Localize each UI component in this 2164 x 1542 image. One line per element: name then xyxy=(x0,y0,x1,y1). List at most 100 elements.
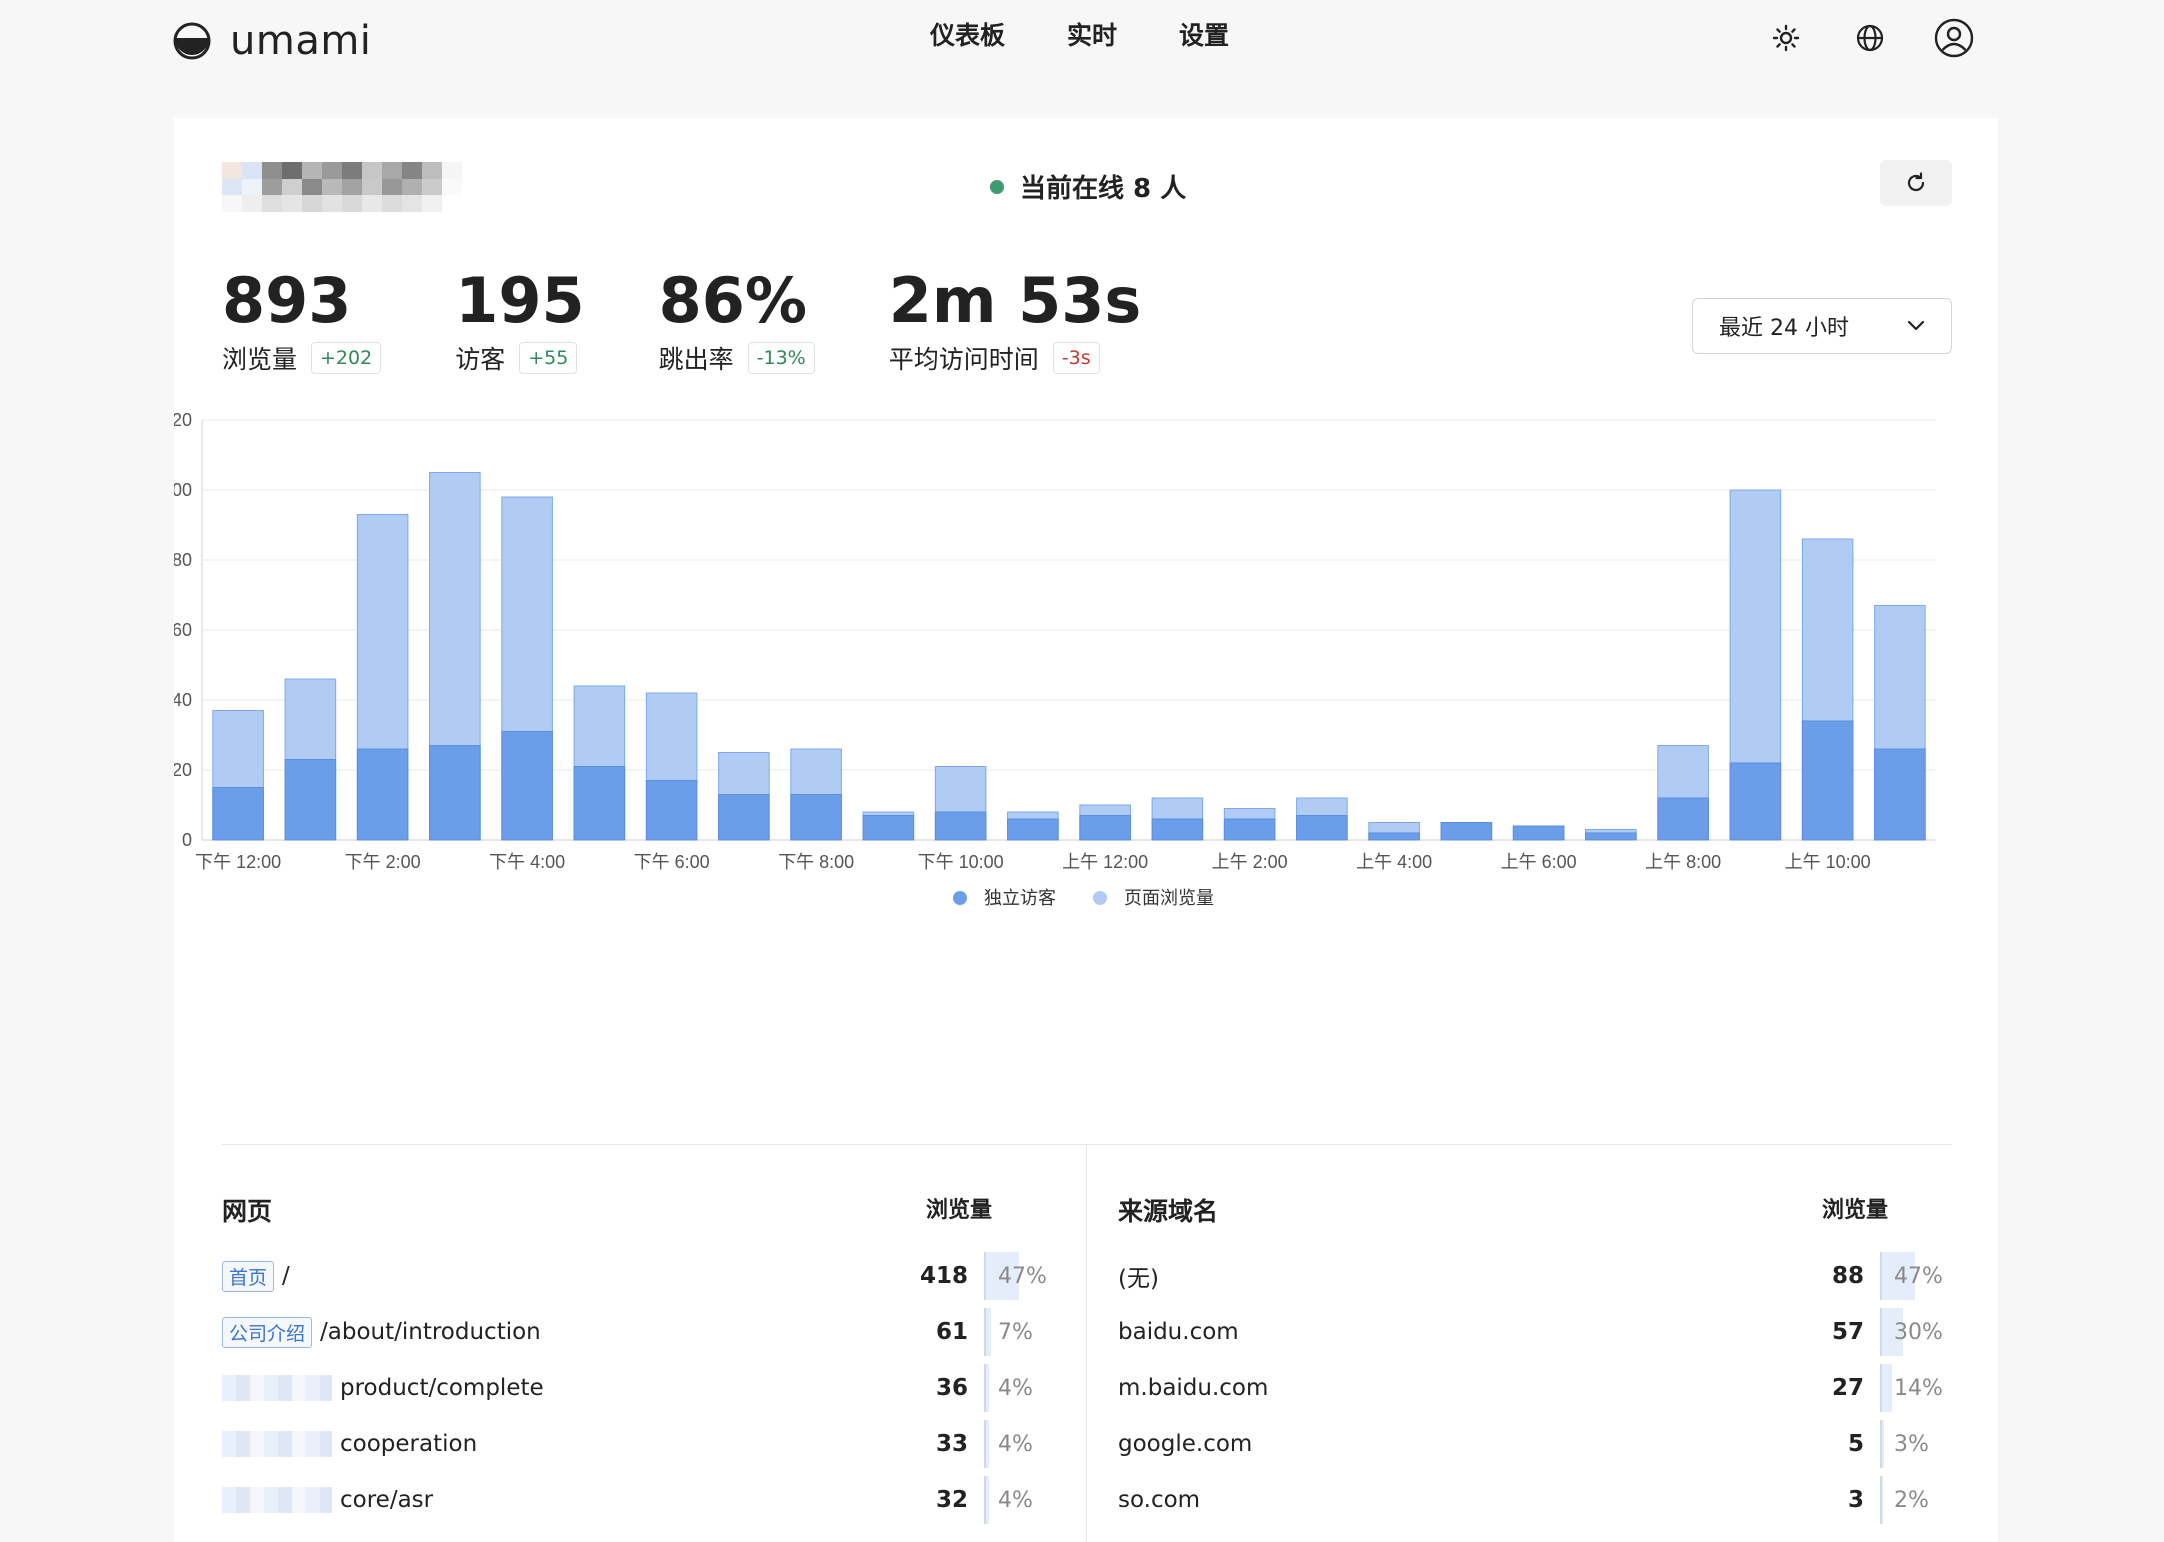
page-percent-bar: 4% xyxy=(984,1364,1056,1412)
y-tick-label: 120 xyxy=(174,410,192,430)
x-tick-label: 上午 8:00 xyxy=(1645,852,1721,872)
table-row[interactable]: google.com 5 3% xyxy=(1118,1416,1952,1472)
table-row[interactable]: so.com 3 2% xyxy=(1118,1472,1952,1528)
table-row[interactable]: m.baidu.com 27 14% xyxy=(1118,1360,1952,1416)
table-row[interactable]: (无) 88 47% xyxy=(1118,1248,1952,1304)
x-tick-label: 下午 4:00 xyxy=(489,852,565,872)
pages-table: 网页 浏览量 首页 / 418 47% 公司介绍 /about/introduc… xyxy=(222,1192,1056,1528)
page-path[interactable]: /about/introduction xyxy=(320,1319,541,1345)
nav-settings[interactable]: 设置 xyxy=(1179,18,1229,54)
page-views: 33 xyxy=(935,1431,968,1457)
bar-visitors xyxy=(790,794,842,841)
referrer-views: 3 xyxy=(1847,1487,1864,1513)
redacted-path-prefix xyxy=(222,1375,332,1401)
bar-visitors xyxy=(1223,818,1276,841)
metric-label: 浏览量 xyxy=(222,345,298,374)
x-tick-label: 上午 2:00 xyxy=(1212,852,1288,872)
referrer-domain[interactable]: google.com xyxy=(1118,1431,1792,1457)
x-tick-label: 下午 6:00 xyxy=(634,852,710,872)
table-row[interactable]: core/asr 32 4% xyxy=(222,1472,1056,1528)
referrer-views: 88 xyxy=(1831,1263,1864,1289)
referrers-views-header: 浏览量 xyxy=(1822,1198,1889,1223)
bar-visitors xyxy=(1296,815,1348,841)
bar-visitors xyxy=(356,748,409,841)
bar-chart-svg: 0 20 40 60 80 100 120 下午 12:00 下午 2:00 下午 4:00 下午 … xyxy=(162,410,1936,908)
bar-visitors xyxy=(1801,720,1854,841)
metric-value: 893 xyxy=(222,264,352,337)
referrer-domain[interactable]: baidu.com xyxy=(1118,1319,1792,1345)
referrer-percent-bar: 47% xyxy=(1880,1252,1952,1300)
website-dashboard-card: 当前在线 8 人 893 浏览量 +202 195 访客 +55 86% 跳出率 xyxy=(162,118,1998,1542)
pages-views-header: 浏览量 xyxy=(926,1198,993,1223)
table-row[interactable]: product/complete 36 4% xyxy=(222,1360,1056,1416)
nav-realtime[interactable]: 实时 xyxy=(1067,18,1117,54)
bar-visitors xyxy=(1368,832,1420,841)
metric-change-badge: -13% xyxy=(747,342,815,374)
bar-visitors xyxy=(1079,815,1131,841)
y-tick-label: 0 xyxy=(182,830,192,850)
page-percent: 4% xyxy=(998,1487,1033,1513)
user-icon xyxy=(1934,18,1974,58)
bar-visitors xyxy=(1585,832,1637,841)
x-tick-label: 上午 12:00 xyxy=(1062,852,1148,872)
referrer-percent: 47% xyxy=(1894,1263,1943,1289)
bar-visitors xyxy=(284,759,337,841)
bar-visitors xyxy=(645,780,698,841)
page-path[interactable]: product/complete xyxy=(340,1375,544,1401)
referrer-percent: 3% xyxy=(1894,1431,1929,1457)
redacted-path-prefix xyxy=(222,1487,332,1513)
referrer-percent-bar: 30% xyxy=(1880,1308,1952,1356)
referrer-domain[interactable]: m.baidu.com xyxy=(1118,1375,1792,1401)
bar-visitors xyxy=(212,787,264,841)
page-path[interactable]: / xyxy=(282,1263,290,1289)
metrics-bar: 893 浏览量 +202 195 访客 +55 86% 跳出率 -13% 2m … xyxy=(222,264,1215,376)
nav-dashboard[interactable]: 仪表板 xyxy=(930,18,1005,54)
metric-value: 195 xyxy=(455,264,585,337)
metric-value: 86% xyxy=(658,264,808,337)
legend-swatch-visitors xyxy=(953,891,967,905)
page-percent-bar: 4% xyxy=(984,1420,1056,1468)
app-name: umami xyxy=(230,18,372,64)
date-range-value: 最近 24 小时 xyxy=(1719,316,1849,341)
x-tick-label: 下午 8:00 xyxy=(778,852,854,872)
table-row[interactable]: 公司介绍 /about/introduction 61 7% xyxy=(222,1304,1056,1360)
y-tick-label: 40 xyxy=(174,690,192,710)
table-row[interactable]: 首页 / 418 47% xyxy=(222,1248,1056,1304)
referrer-domain[interactable]: so.com xyxy=(1118,1487,1792,1513)
metric-label: 访客 xyxy=(455,345,506,374)
bar-visitors xyxy=(718,794,770,841)
page-percent-bar: 7% xyxy=(984,1308,1056,1356)
y-tick-label: 80 xyxy=(174,550,192,570)
referrers-table-title: 来源域名 xyxy=(1118,1197,1219,1226)
app-logo[interactable]: umami xyxy=(172,18,371,64)
bar-visitors xyxy=(1729,762,1782,841)
referrer-percent: 30% xyxy=(1894,1319,1943,1345)
date-range-select[interactable]: 最近 24 小时 xyxy=(1692,298,1952,354)
language-button[interactable] xyxy=(1850,18,1890,58)
referrer-views: 5 xyxy=(1847,1431,1864,1457)
active-users: 当前在线 8 人 xyxy=(990,168,1186,205)
page-percent: 4% xyxy=(998,1431,1033,1457)
referrer-domain[interactable]: (无) xyxy=(1118,1259,1792,1293)
main-nav: 仪表板 实时 设置 xyxy=(930,18,1229,54)
referrer-percent: 14% xyxy=(1894,1375,1943,1401)
page-views: 418 xyxy=(919,1263,968,1289)
bar-visitors xyxy=(1440,822,1493,841)
column-divider xyxy=(1086,1144,1087,1542)
page-path[interactable]: cooperation xyxy=(340,1431,477,1457)
theme-toggle-button[interactable] xyxy=(1766,18,1806,58)
bar-visitors xyxy=(862,815,915,841)
table-row[interactable]: baidu.com 57 30% xyxy=(1118,1304,1952,1360)
refresh-button[interactable] xyxy=(1880,160,1952,206)
chevron-down-icon xyxy=(1907,320,1925,331)
page-path[interactable]: core/asr xyxy=(340,1487,433,1513)
metric-change-badge: -3s xyxy=(1052,342,1100,374)
page-views: 32 xyxy=(935,1487,968,1513)
metric-visitors: 195 访客 +55 xyxy=(455,264,585,376)
page-tag: 公司介绍 xyxy=(222,1316,313,1348)
table-row[interactable]: cooperation 33 4% xyxy=(222,1416,1056,1472)
page-views: 36 xyxy=(935,1375,968,1401)
profile-button[interactable] xyxy=(1934,18,1974,58)
bar-visitors xyxy=(573,766,626,841)
pages-table-title: 网页 xyxy=(222,1197,273,1226)
